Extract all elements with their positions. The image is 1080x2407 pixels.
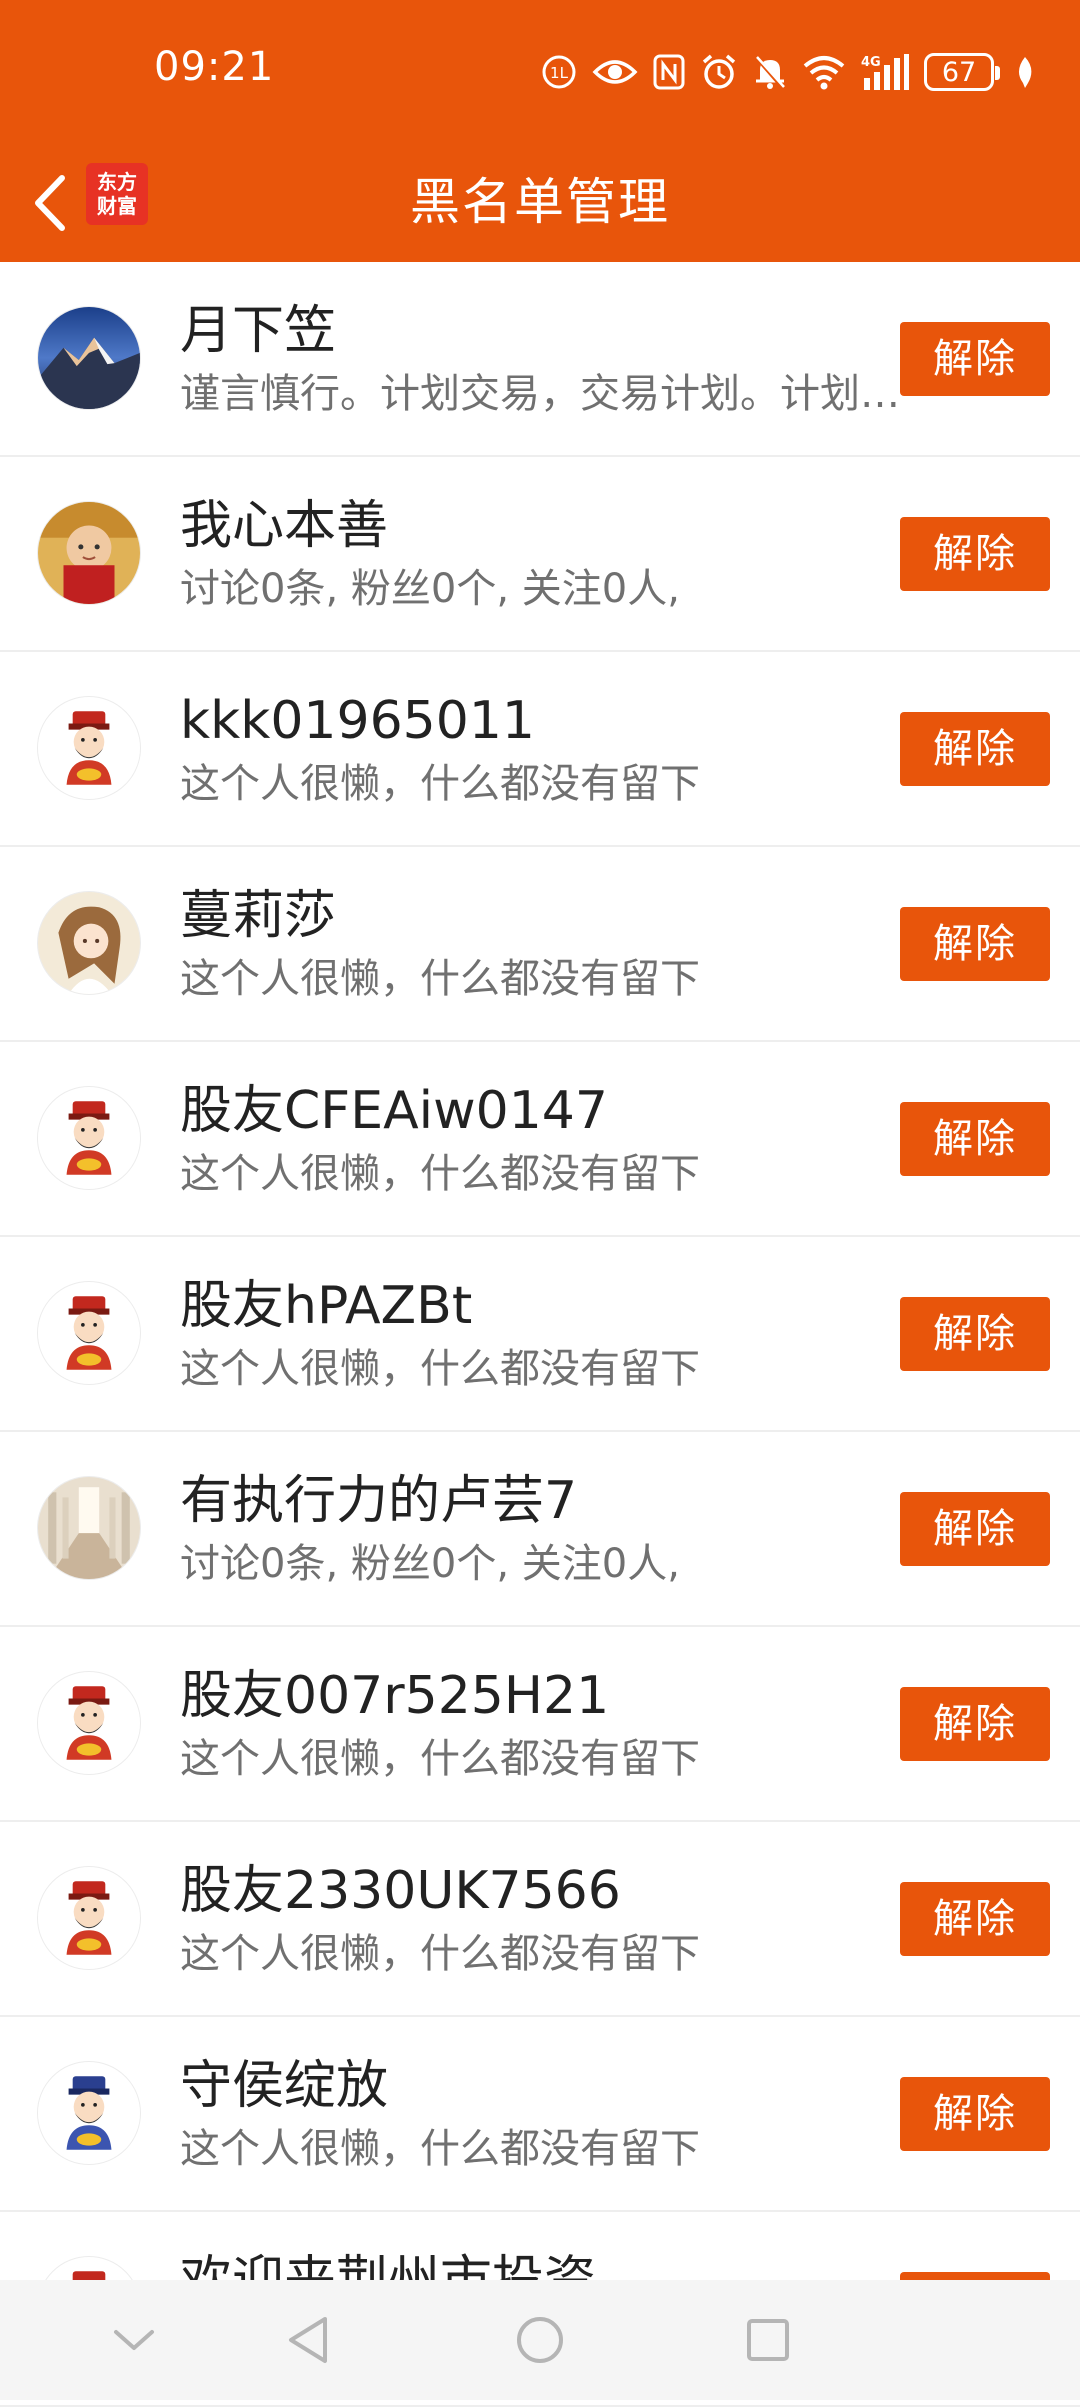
user-name: 蔓莉莎	[180, 886, 337, 946]
unblock-button[interactable]: 解除	[900, 517, 1050, 591]
user-name: 有执行力的卢芸7	[180, 1471, 578, 1531]
back-triangle-icon[interactable]	[276, 2308, 340, 2372]
user-name: 守侯绽放	[180, 2056, 389, 2116]
4g-signal-icon: 4G	[860, 52, 910, 92]
hd-call-icon: 1L	[540, 53, 578, 91]
user-description: 这个人很懒，什么都没有留下	[180, 2126, 700, 2172]
blacklist-row[interactable]: 有执行力的卢芸7 讨论0条, 粉丝0个, 关注0人, 解除	[0, 1432, 1080, 1627]
avatar[interactable]	[37, 891, 141, 995]
user-description: 讨论0条, 粉丝0个, 关注0人,	[180, 1541, 680, 1587]
battery-icon: 67	[924, 53, 1000, 91]
mute-icon	[752, 53, 788, 91]
user-description: 讨论0条, 粉丝0个, 关注0人,	[180, 566, 680, 612]
blacklist-row[interactable]: 月下笠谨言慎行。计划交易，交易计划。计划交易，交易计划解除	[0, 262, 1080, 457]
unblock-button[interactable]: 解除	[900, 322, 1050, 396]
blacklist-row[interactable]: 股友2330UK7566 这个人很懒，什么都没有留下 解除	[0, 1822, 1080, 2017]
avatar[interactable]	[37, 696, 141, 800]
user-description: 这个人很懒，什么都没有留下	[180, 1151, 700, 1197]
unblock-button[interactable]: 解除	[900, 1882, 1050, 1956]
blacklist-row[interactable]: 股友CFEAiw0147 这个人很懒，什么都没有留下 解除	[0, 1042, 1080, 1237]
status-bar: 09:21 1L 4G 67	[0, 0, 1080, 145]
avatar[interactable]	[37, 2061, 141, 2165]
user-name: 月下笠	[180, 301, 337, 361]
blacklist-row[interactable]: 守侯绽放这个人很懒，什么都没有留下 解除	[0, 2017, 1080, 2212]
avatar[interactable]	[37, 501, 141, 605]
unblock-button[interactable]: 解除	[900, 1102, 1050, 1176]
avatar[interactable]	[37, 1671, 141, 1775]
status-icons: 1L 4G 67	[540, 50, 1036, 94]
collapse-icon[interactable]	[102, 2308, 166, 2372]
unblock-button[interactable]: 解除	[900, 2077, 1050, 2151]
status-time: 09:21	[154, 44, 275, 90]
svg-text:4G: 4G	[861, 55, 881, 70]
avatar[interactable]	[37, 1866, 141, 1970]
navigation-bar: 东方 财富 黑名单管理	[0, 145, 1080, 262]
recents-square-icon[interactable]	[736, 2308, 800, 2372]
user-description: 这个人很懒，什么都没有留下	[180, 1931, 700, 1977]
unblock-button[interactable]: 解除	[900, 1492, 1050, 1566]
blacklist-row[interactable]: 股友007r525H21 这个人很懒，什么都没有留下 解除	[0, 1627, 1080, 1822]
blacklist-row[interactable]: kkk01965011 这个人很懒，什么都没有留下 解除	[0, 652, 1080, 847]
unblock-button[interactable]: 解除	[900, 1687, 1050, 1761]
user-description: 这个人很懒，什么都没有留下	[180, 956, 700, 1002]
user-name: 股友2330UK7566	[180, 1861, 621, 1921]
user-name: 我心本善	[180, 496, 389, 556]
user-name: 股友007r525H21	[180, 1666, 610, 1726]
avatar[interactable]	[37, 1281, 141, 1385]
user-description: 这个人很懒，什么都没有留下	[180, 1346, 700, 1392]
svg-text:1L: 1L	[550, 64, 569, 82]
avatar[interactable]	[37, 306, 141, 410]
user-description: 谨言慎行。计划交易，交易计划。计划交易，交易计划	[180, 371, 900, 417]
user-description: 这个人很懒，什么都没有留下	[180, 1736, 700, 1782]
user-description: 这个人很懒，什么都没有留下	[180, 761, 700, 807]
eye-icon	[592, 55, 638, 89]
avatar[interactable]	[37, 1086, 141, 1190]
blacklist-row[interactable]: 我心本善讨论0条, 粉丝0个, 关注0人, 解除	[0, 457, 1080, 652]
user-name: kkk01965011	[180, 691, 536, 751]
nfc-icon	[652, 53, 686, 91]
app-header: 09:21 1L 4G 67 东方 财富 黑名单管理	[0, 0, 1080, 262]
page-title: 黑名单管理	[410, 173, 670, 231]
user-name: 股友hPAZBt	[180, 1276, 473, 1336]
blacklist: 月下笠谨言慎行。计划交易，交易计划。计划交易，交易计划解除我心本善讨论0条, 粉…	[0, 262, 1080, 2407]
unblock-button[interactable]: 解除	[900, 907, 1050, 981]
user-name: 股友CFEAiw0147	[180, 1081, 608, 1141]
blacklist-row[interactable]: 蔓莉莎这个人很懒，什么都没有留下 解除	[0, 847, 1080, 1042]
leaf-icon	[1014, 55, 1036, 89]
blacklist-row[interactable]: 股友hPAZBt 这个人很懒，什么都没有留下 解除	[0, 1237, 1080, 1432]
home-circle-icon[interactable]	[508, 2308, 572, 2372]
unblock-button[interactable]: 解除	[900, 1297, 1050, 1371]
wifi-icon	[802, 54, 846, 90]
unblock-button[interactable]: 解除	[900, 712, 1050, 786]
system-navigation-bar	[0, 2280, 1080, 2400]
alarm-icon	[700, 53, 738, 91]
avatar[interactable]	[37, 1476, 141, 1580]
